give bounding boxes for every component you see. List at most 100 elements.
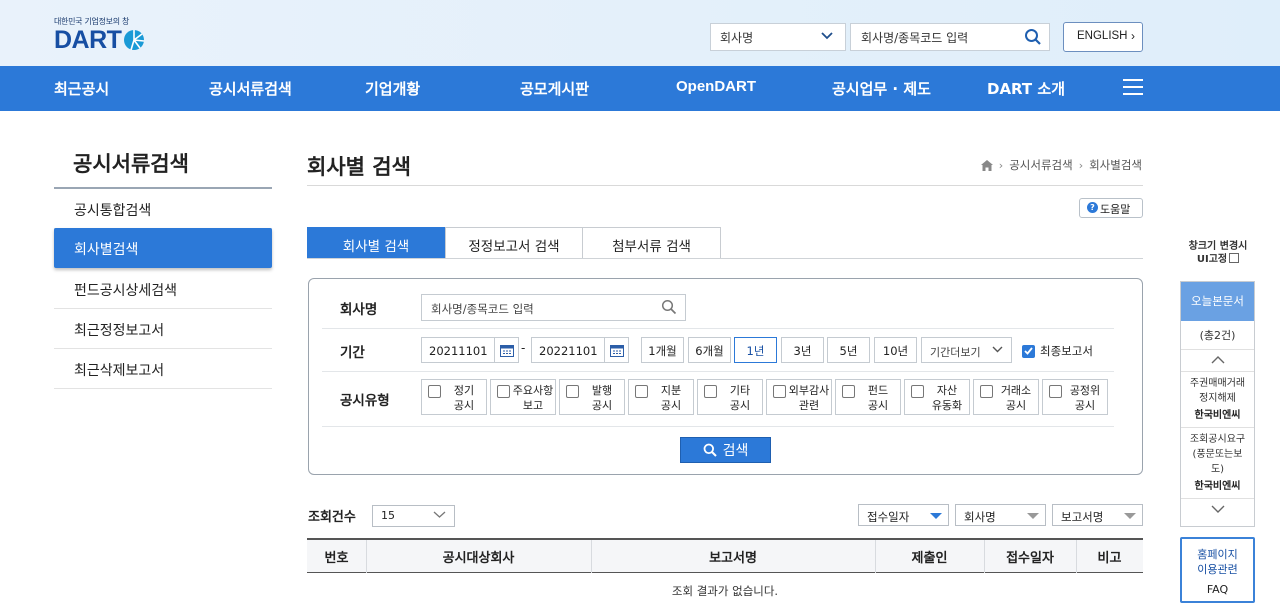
- search-icon: [703, 443, 717, 457]
- form-divider: [322, 371, 1114, 372]
- logo-mark-icon: [124, 30, 145, 51]
- english-button[interactable]: ENGLISH ›: [1063, 22, 1143, 52]
- type-checkbox-major[interactable]: 주요사항 보고: [490, 379, 556, 415]
- type-checkbox-fund[interactable]: 펀드 공시: [835, 379, 901, 415]
- chevron-down-icon: [1211, 505, 1224, 513]
- period-5year-button[interactable]: 5년: [827, 337, 870, 363]
- nav-company-overview[interactable]: 기업개황: [365, 78, 420, 99]
- search-button[interactable]: 검색: [680, 437, 771, 463]
- dart-logo[interactable]: 대한민국 기업정보의 창 DART: [54, 16, 145, 53]
- calendar-icon[interactable]: [604, 338, 628, 362]
- type-checkbox-securitization[interactable]: 자산 유동화: [904, 379, 970, 415]
- recently-viewed-item[interactable]: 주권매매거래 정지해제 한국비엔씨: [1181, 372, 1254, 428]
- checkbox-icon[interactable]: [635, 385, 648, 398]
- company-input[interactable]: 회사명/종목코드 입력: [421, 294, 686, 321]
- period-more-select[interactable]: 기간더보기: [921, 337, 1012, 363]
- recently-viewed-item[interactable]: 조회공시요구 (풍문또는보 도) 한국비엔씨: [1181, 428, 1254, 499]
- company-type-select[interactable]: 회사명: [710, 23, 846, 51]
- period-10year-button[interactable]: 10년: [874, 337, 917, 363]
- sort-report-select[interactable]: 보고서명: [1052, 504, 1143, 526]
- nav-about-dart[interactable]: DART 소개: [987, 78, 1065, 99]
- nav-disclosure-system[interactable]: 공시업무 · 제도: [832, 78, 931, 99]
- recently-viewed-panel: 오늘본문서 (총2건) 주권매매거래 정지해제 한국비엔씨 조회공시요구 (풍문…: [1180, 281, 1255, 527]
- nav-doc-search[interactable]: 공시서류검색: [209, 78, 292, 99]
- chevron-down-icon: [433, 511, 446, 518]
- period-3year-button[interactable]: 3년: [781, 337, 824, 363]
- sidebar-item-fund-search[interactable]: 펀드공시상세검색: [54, 269, 272, 309]
- sidebar-item-integrated-search[interactable]: 공시통합검색: [54, 189, 272, 229]
- type-checkbox-audit[interactable]: 외부감사 관련: [766, 379, 832, 415]
- chevron-right-icon: ›: [998, 158, 1004, 172]
- nav-offering-board[interactable]: 공모게시판: [520, 78, 589, 99]
- calendar-icon[interactable]: [494, 338, 518, 362]
- type-checkbox-issuance[interactable]: 발행 공시: [559, 379, 625, 415]
- scroll-up-button[interactable]: [1181, 350, 1254, 372]
- type-checkbox-other[interactable]: 기타 공시: [697, 379, 763, 415]
- breadcrumb-item[interactable]: 공시서류검색: [1009, 157, 1072, 173]
- chevron-down-icon: [992, 346, 1003, 353]
- caret-down-icon: [1027, 513, 1039, 519]
- period-6month-button[interactable]: 6개월: [688, 337, 731, 363]
- checkbox-checked-icon[interactable]: [1022, 344, 1035, 358]
- col-remarks: 비고: [1097, 551, 1122, 566]
- sort-company-select[interactable]: 회사명: [955, 504, 1046, 526]
- checkbox-icon[interactable]: [1049, 385, 1062, 398]
- final-report-checkbox[interactable]: 최종보고서: [1022, 343, 1093, 359]
- main-nav: 최근공시 공시서류검색 기업개황 공모게시판 OpenDART 공시업무 · 제…: [0, 66, 1280, 111]
- tab-correction-search[interactable]: 정정보고서 검색: [445, 227, 583, 259]
- disclosure-type-label: 공시유형: [340, 393, 390, 409]
- page-title: 회사별 검색: [307, 155, 411, 179]
- search-icon[interactable]: [1024, 28, 1042, 46]
- checkbox-icon[interactable]: [566, 385, 579, 398]
- search-icon[interactable]: [661, 299, 677, 315]
- tab-attachment-search[interactable]: 첨부서류 검색: [582, 227, 721, 259]
- type-checkbox-ftc[interactable]: 공정위 공시: [1042, 379, 1108, 415]
- help-icon: ?: [1087, 202, 1098, 213]
- top-bar: 대한민국 기업정보의 창 DART 회사명 회사명/종목코드 입력 ENGLIS…: [0, 0, 1280, 66]
- results-table-header: 번호 공시대상회사 보고서명 제출인 접수일자 비고: [307, 540, 1143, 573]
- menu-icon[interactable]: [1123, 79, 1143, 95]
- sort-date-select[interactable]: 접수일자: [858, 504, 949, 526]
- checkbox-icon[interactable]: [497, 385, 510, 398]
- tab-company-search[interactable]: 회사별 검색: [307, 227, 445, 259]
- sidebar-item-company-search[interactable]: 회사별검색: [54, 228, 272, 268]
- checkbox-icon[interactable]: [773, 385, 786, 398]
- breadcrumb-item[interactable]: 회사별검색: [1089, 157, 1142, 173]
- scroll-down-button[interactable]: [1181, 499, 1254, 518]
- nav-opendart[interactable]: OpenDART: [676, 78, 756, 95]
- checkbox-icon[interactable]: [704, 385, 717, 398]
- checkbox-icon[interactable]: [842, 385, 855, 398]
- title-divider: [307, 185, 1143, 186]
- ui-fixed-checkbox[interactable]: [1229, 253, 1240, 263]
- home-icon[interactable]: [980, 159, 993, 171]
- breadcrumb: › 공시서류검색 › 회사별검색: [980, 157, 1142, 173]
- top-search-input[interactable]: 회사명/종목코드 입력: [850, 23, 1050, 51]
- end-date-input[interactable]: 20221101: [531, 337, 629, 363]
- col-number: 번호: [324, 551, 349, 566]
- checkbox-icon[interactable]: [911, 385, 924, 398]
- checkbox-icon[interactable]: [428, 385, 441, 398]
- col-company: 공시대상회사: [442, 551, 515, 566]
- count-select[interactable]: 15: [372, 505, 455, 527]
- period-label: 기간: [340, 345, 365, 361]
- period-1year-button[interactable]: 1년: [734, 337, 777, 363]
- nav-recent[interactable]: 최근공시: [54, 78, 109, 99]
- logo-text: DART: [54, 26, 122, 54]
- recently-viewed-count: (총2건): [1181, 321, 1254, 350]
- company-label: 회사명: [340, 302, 378, 318]
- sidebar-item-recent-corrections[interactable]: 최근정정보고서: [54, 309, 272, 349]
- type-checkbox-regular[interactable]: 정기 공시: [421, 379, 487, 415]
- period-1month-button[interactable]: 1개월: [641, 337, 684, 363]
- caret-down-icon: [1124, 513, 1136, 519]
- start-date-input[interactable]: 20211101: [421, 337, 519, 363]
- type-checkbox-exchange[interactable]: 거래소 공시: [973, 379, 1039, 415]
- type-checkbox-equity[interactable]: 지분 공시: [628, 379, 694, 415]
- date-range-dash: -: [521, 341, 526, 355]
- sidebar-item-recent-deletions[interactable]: 최근삭제보고서: [54, 349, 272, 389]
- help-button[interactable]: ? 도움말: [1079, 198, 1143, 218]
- checkbox-icon[interactable]: [980, 385, 993, 398]
- col-receipt-date: 접수일자: [1006, 551, 1054, 566]
- faq-link[interactable]: 홈페이지 이용관련 FAQ: [1180, 537, 1255, 603]
- tabs-divider: [307, 258, 1143, 259]
- col-submitter: 제출인: [911, 551, 948, 566]
